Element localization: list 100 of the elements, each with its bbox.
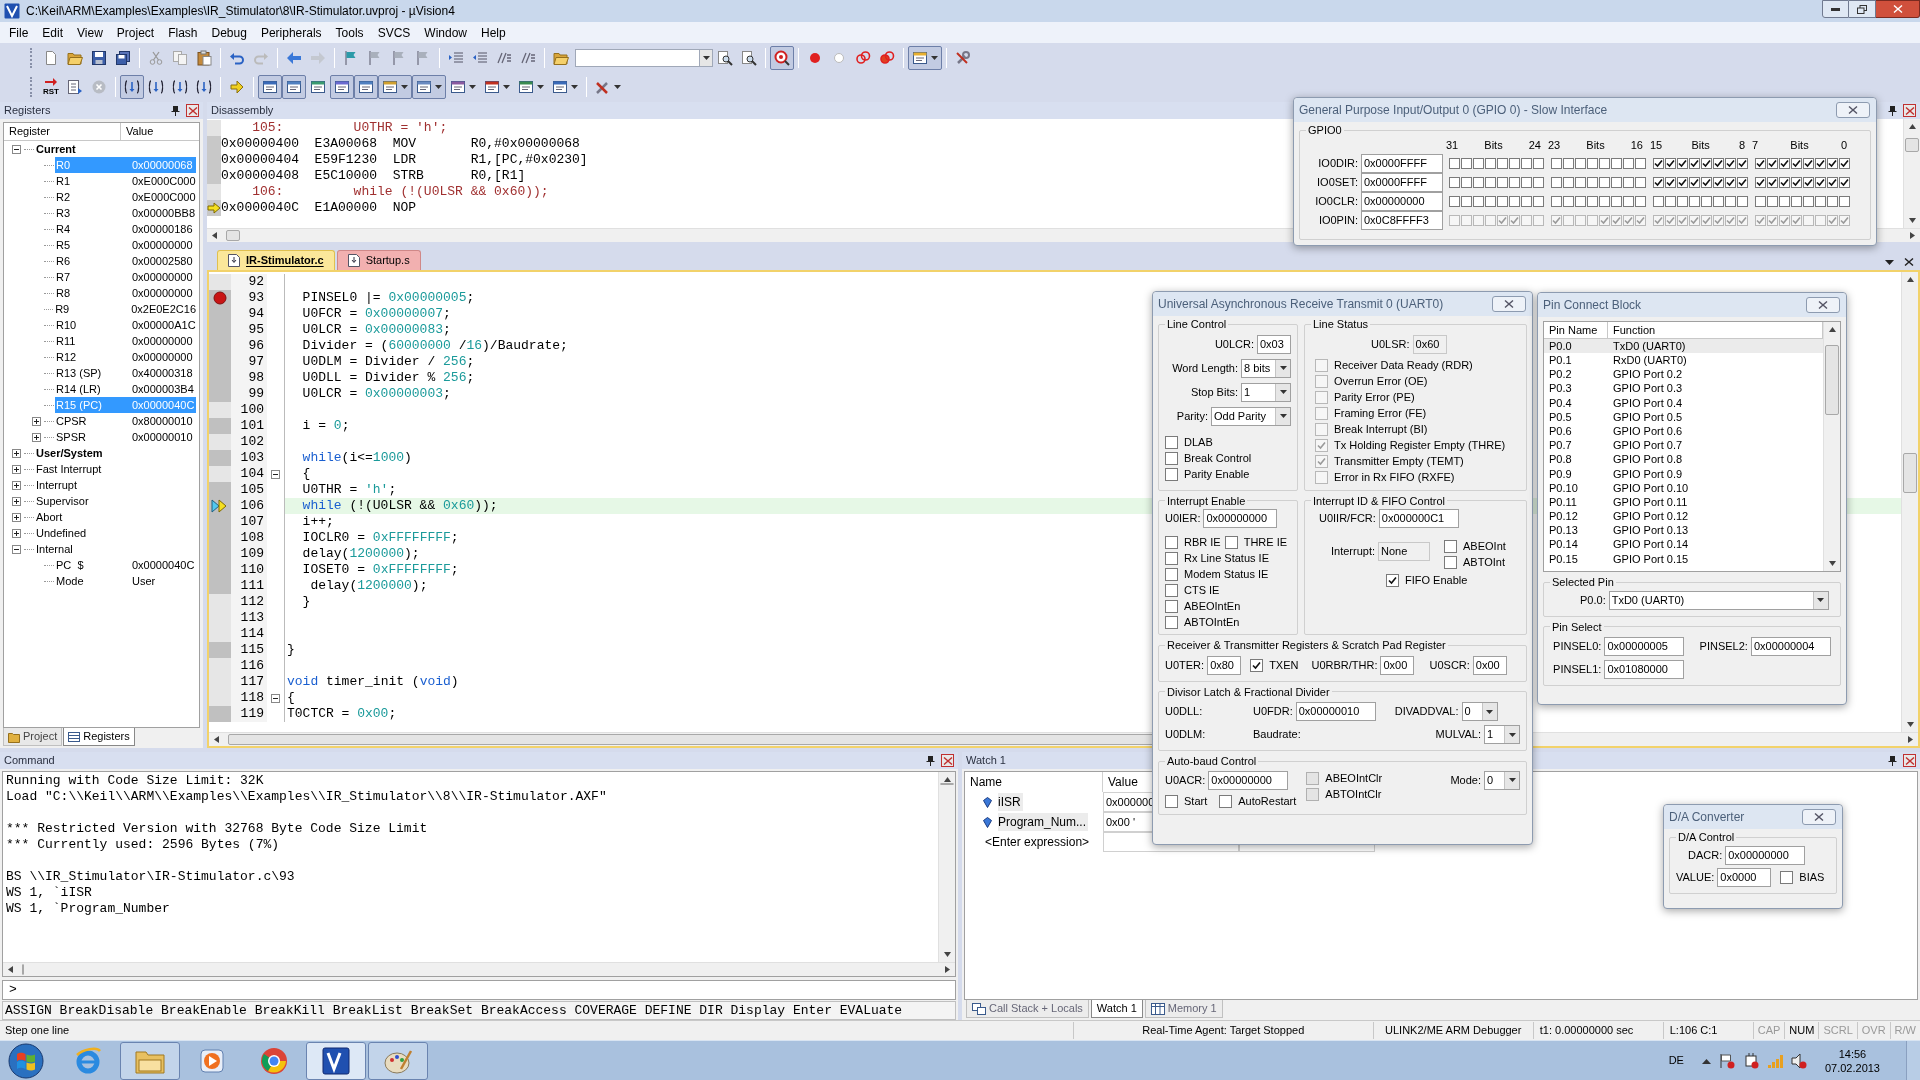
register-row[interactable]: PC $ 0x0000040C: [55, 557, 196, 573]
file-tab[interactable]: Startup.s: [336, 250, 421, 270]
panel-tab[interactable]: Call Stack + Locals: [966, 1000, 1089, 1018]
register-row[interactable]: Undefined: [35, 525, 196, 541]
menu-item[interactable]: Flash: [161, 23, 205, 42]
group-title: Line Control: [1166, 317, 1228, 332]
pin-row[interactable]: P0.5 GPIO Port 0.5: [1544, 409, 1823, 425]
column-header[interactable]: Pin Name: [1544, 322, 1608, 338]
field-label: Parity:: [1176, 408, 1208, 424]
dropdown[interactable]: TxD0 (UART0): [1608, 590, 1829, 610]
register-row[interactable]: R13 (SP) 0x40000318: [55, 365, 196, 381]
pin-row[interactable]: P0.13 GPIO Port 0.13: [1544, 523, 1823, 538]
panel-tab[interactable]: Memory 1: [1144, 1000, 1223, 1018]
pin-row[interactable]: P0.4 GPIO Port 0.4: [1544, 395, 1823, 410]
dialog-title: D/A Converter: [1669, 809, 1745, 826]
pin-row[interactable]: P0.8 GPIO Port 0.8: [1544, 452, 1823, 467]
menu-item[interactable]: Edit: [35, 23, 71, 42]
menu-item[interactable]: Peripherals: [253, 23, 329, 42]
file-tab[interactable]: IR-Stimulator.c: [217, 250, 335, 270]
status-field: ULINK2/ME ARM Debugger: [1372, 1022, 1533, 1039]
register-row[interactable]: Supervisor: [35, 493, 196, 509]
register-row[interactable]: Internal: [35, 541, 196, 557]
register-row[interactable]: R5 0x00000000: [55, 237, 196, 253]
register-row[interactable]: R8 0x00000000: [55, 285, 196, 301]
value-field[interactable]: 0x000000C1: [1378, 509, 1459, 528]
register-row[interactable]: R6 0x00002580: [55, 253, 196, 269]
register-row[interactable]: User/System: [35, 445, 196, 461]
value-field[interactable]: 0x00000010: [1295, 702, 1376, 721]
dropdown[interactable]: 0: [1461, 702, 1498, 721]
register-row[interactable]: R14 (LR) 0x000003B4: [55, 381, 196, 397]
value-field[interactable]: 0x00000000: [1725, 845, 1806, 865]
register-row[interactable]: R2 0xE000C000: [55, 189, 196, 205]
dropdown[interactable]: 8 bits: [1241, 358, 1291, 378]
dropdown[interactable]: Odd Parity: [1211, 406, 1291, 426]
register-row[interactable]: Abort: [35, 509, 196, 525]
value-field[interactable]: 0x00000000: [1208, 770, 1289, 790]
toolbar-button[interactable]: RST: [39, 74, 63, 99]
register-row[interactable]: R7 0x00000000: [55, 269, 196, 285]
group-title: GPIO0: [1307, 123, 1343, 138]
menu-item[interactable]: Help: [474, 23, 513, 42]
panel-tab[interactable]: Watch 1: [1090, 1000, 1143, 1018]
menu-item[interactable]: Tools: [328, 23, 371, 42]
menu-item[interactable]: SVCS: [370, 23, 418, 42]
dialog-title: Pin Connect Block: [1543, 297, 1642, 314]
value-field[interactable]: 0x03: [1257, 334, 1291, 354]
column-header[interactable]: Name: [965, 772, 1103, 792]
value-field[interactable]: 0x01080000: [1604, 660, 1685, 679]
pin-row[interactable]: P0.7 GPIO Port 0.7: [1544, 438, 1823, 453]
pin-row[interactable]: P0.14 GPIO Port 0.14: [1544, 537, 1823, 552]
value-field[interactable]: 0x60: [1412, 334, 1447, 354]
register-row[interactable]: R11 0x00000000: [55, 333, 196, 349]
menu-item[interactable]: Window: [417, 23, 474, 42]
register-row[interactable]: Interrupt: [35, 477, 196, 493]
register-row[interactable]: R1 0xE000C000: [55, 173, 196, 189]
register-row[interactable]: Fast Interrupt: [35, 461, 196, 477]
register-row[interactable]: CPSR 0x80000010: [55, 413, 196, 429]
value-field[interactable]: 0x00: [1380, 655, 1415, 675]
value-field[interactable]: 0x0000: [1717, 867, 1772, 887]
command-input[interactable]: >: [2, 980, 956, 1000]
register-row[interactable]: R3 0x00000BB8: [55, 205, 196, 221]
language-indicator[interactable]: DE: [1668, 1052, 1684, 1069]
register-row[interactable]: Mode User: [55, 573, 196, 589]
pin-row[interactable]: P0.6 GPIO Port 0.6: [1544, 424, 1823, 439]
register-row[interactable]: R12 0x00000000: [55, 349, 196, 365]
value-field[interactable]: 0x00: [1472, 655, 1507, 675]
pin-row[interactable]: P0.1 RxD0 (UART0): [1544, 353, 1823, 368]
panel-tab[interactable]: Project: [3, 728, 63, 746]
dropdown[interactable]: 1: [1241, 382, 1291, 402]
value-field[interactable]: 0x0000FFFF: [1361, 153, 1443, 173]
value-field[interactable]: None: [1378, 542, 1431, 561]
pin-row[interactable]: P0.3 GPIO Port 0.3: [1544, 381, 1823, 396]
register-row[interactable]: SPSR 0x00000010: [55, 429, 196, 445]
pin-row[interactable]: P0.15 GPIO Port 0.15: [1544, 551, 1823, 566]
register-row[interactable]: Current: [35, 141, 196, 157]
value-field[interactable]: 0x00000004: [1750, 637, 1831, 656]
register-row[interactable]: R10 0x00000A1C: [55, 317, 196, 333]
pin-row[interactable]: P0.0 TxD0 (UART0): [1544, 339, 1823, 354]
panel-tab[interactable]: Registers: [63, 728, 135, 746]
value-field[interactable]: 0x00000005: [1604, 637, 1685, 656]
pin-row[interactable]: P0.12 GPIO Port 0.12: [1544, 509, 1823, 524]
pin-row[interactable]: P0.9 GPIO Port 0.9: [1544, 466, 1823, 481]
menu-item[interactable]: Debug: [204, 23, 254, 42]
menu-item[interactable]: File: [2, 23, 36, 42]
register-row[interactable]: R9 0x2E0E2C16: [54, 301, 196, 317]
menu-item[interactable]: View: [70, 23, 110, 42]
field-label: U0LCR:: [1214, 336, 1254, 352]
menu-item[interactable]: Project: [109, 23, 162, 42]
column-header[interactable]: Value: [121, 123, 199, 140]
value-field[interactable]: 0x80: [1207, 655, 1242, 675]
dropdown[interactable]: 1: [1484, 725, 1520, 744]
pin-row[interactable]: P0.10 GPIO Port 0.10: [1544, 480, 1823, 496]
register-row[interactable]: R4 0x00000186: [55, 221, 196, 237]
checkbox-label: Break Control: [1184, 451, 1252, 467]
value-field[interactable]: 0x00000000: [1203, 509, 1278, 528]
pin-row[interactable]: P0.11 GPIO Port 0.11: [1544, 495, 1823, 510]
pin-row[interactable]: P0.2 GPIO Port 0.2: [1544, 367, 1823, 382]
watch-input[interactable]: <Enter expression>: [965, 832, 1103, 852]
dropdown[interactable]: 0: [1484, 770, 1520, 790]
status-indicator: OVR: [1856, 1022, 1890, 1039]
column-header[interactable]: Register: [4, 123, 121, 140]
